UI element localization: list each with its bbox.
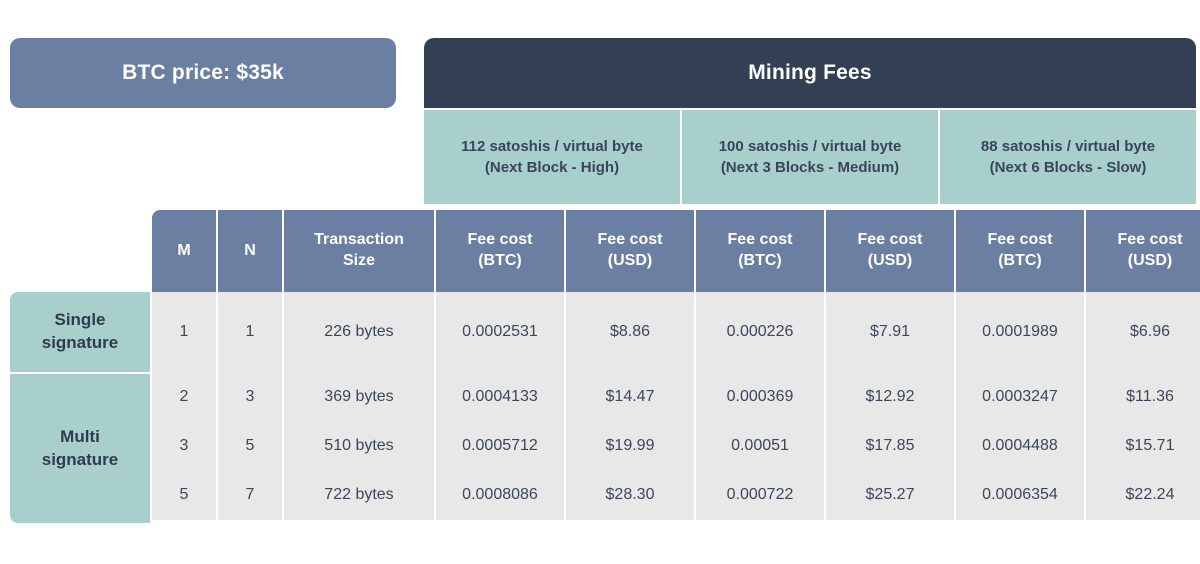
cell-high-usd: $8.86 bbox=[566, 292, 694, 372]
fee-rate-medium-speed: (Next 3 Blocks - Medium) bbox=[720, 159, 900, 176]
cell-slow-usd: $15.71 bbox=[1086, 421, 1200, 470]
cell-transaction-size: 226 bytes bbox=[284, 292, 434, 372]
cell-transaction-size: 369 bytes bbox=[284, 372, 434, 421]
fee-rate-medium: 100 satoshis / virtual byte (Next 3 Bloc… bbox=[682, 110, 938, 204]
top-header-band: BTC price: $35k Mining Fees bbox=[0, 38, 1200, 108]
column-header-n: N bbox=[218, 210, 282, 292]
cell-high-usd: $28.30 bbox=[566, 470, 694, 520]
cell-n: 5 bbox=[218, 421, 282, 470]
cell-high-usd: $14.47 bbox=[566, 372, 694, 421]
column-header-m: M bbox=[152, 210, 216, 292]
cell-high-btc: 0.0005712 bbox=[436, 421, 564, 470]
column-header-row: M N Transaction Size Fee cost (BTC) Fee … bbox=[0, 210, 1200, 292]
cell-medium-btc: 0.000226 bbox=[696, 292, 824, 372]
column-header-medium-btc: Fee cost (BTC) bbox=[696, 210, 824, 292]
fee-rate-slow: 88 satoshis / virtual byte (Next 6 Block… bbox=[940, 110, 1196, 204]
cell-high-btc: 0.0004133 bbox=[436, 372, 564, 421]
cell-slow-btc: 0.0004488 bbox=[956, 421, 1084, 470]
row-label-spacer bbox=[0, 470, 150, 520]
table-row: 5 7 722 bytes 0.0008086 $28.30 0.000722 … bbox=[0, 470, 1200, 520]
cell-slow-btc: 0.0003247 bbox=[956, 372, 1084, 421]
cell-m: 2 bbox=[152, 372, 216, 421]
cell-m: 1 bbox=[152, 292, 216, 372]
column-header-high-btc: Fee cost (BTC) bbox=[436, 210, 564, 292]
column-header-tx-line2: Size bbox=[342, 252, 375, 269]
cell-n: 1 bbox=[218, 292, 282, 372]
column-header-high-usd: Fee cost (USD) bbox=[566, 210, 694, 292]
fee-rate-high-speed: (Next Block - High) bbox=[484, 159, 620, 176]
fee-rate-high: 112 satoshis / virtual byte (Next Block … bbox=[424, 110, 680, 204]
column-header-slow-usd-line1: Fee cost bbox=[1117, 231, 1183, 249]
cell-medium-usd: $17.85 bbox=[826, 421, 954, 470]
column-header-medium-usd-line1: Fee cost bbox=[857, 231, 923, 249]
btc-price-label: BTC price: $35k bbox=[122, 61, 284, 84]
mining-fees-label: Mining Fees bbox=[748, 61, 872, 84]
cell-n: 3 bbox=[218, 372, 282, 421]
band-spacer bbox=[396, 38, 424, 108]
cell-transaction-size: 510 bytes bbox=[284, 421, 434, 470]
column-header-medium-usd-line2: (USD) bbox=[867, 252, 913, 269]
cell-slow-btc: 0.0006354 bbox=[956, 470, 1084, 520]
column-header-m-label: M bbox=[177, 241, 191, 259]
row-label-spacer bbox=[0, 421, 150, 470]
column-header-slow-btc-line2: (BTC) bbox=[998, 252, 1042, 269]
cell-medium-btc: 0.000722 bbox=[696, 470, 824, 520]
fee-rate-slow-value: 88 satoshis / virtual byte bbox=[980, 137, 1156, 155]
cell-m: 5 bbox=[152, 470, 216, 520]
cell-medium-usd: $25.27 bbox=[826, 470, 954, 520]
cell-medium-usd: $12.92 bbox=[826, 372, 954, 421]
column-header-medium-btc-line1: Fee cost bbox=[727, 231, 793, 249]
fee-rate-header-row: 112 satoshis / virtual byte (Next Block … bbox=[424, 110, 1196, 204]
table-grid: M N Transaction Size Fee cost (BTC) Fee … bbox=[0, 210, 1200, 520]
cell-slow-usd: $6.96 bbox=[1086, 292, 1200, 372]
fee-rate-slow-speed: (Next 6 Blocks - Slow) bbox=[989, 159, 1147, 176]
fee-rate-medium-value: 100 satoshis / virtual byte bbox=[718, 137, 902, 155]
row-label-spacer bbox=[0, 372, 150, 421]
cell-transaction-size: 722 bytes bbox=[284, 470, 434, 520]
cell-medium-btc: 0.000369 bbox=[696, 372, 824, 421]
cell-slow-usd: $22.24 bbox=[1086, 470, 1200, 520]
cell-medium-btc: 0.00051 bbox=[696, 421, 824, 470]
cell-high-btc: 0.0008086 bbox=[436, 470, 564, 520]
table-row: 1 1 226 bytes 0.0002531 $8.86 0.000226 $… bbox=[0, 292, 1200, 372]
fee-comparison-table: BTC price: $35k Mining Fees 112 satoshis… bbox=[0, 0, 1200, 564]
table-row: 2 3 369 bytes 0.0004133 $14.47 0.000369 … bbox=[0, 372, 1200, 421]
column-header-medium-usd: Fee cost (USD) bbox=[826, 210, 954, 292]
table-row: 3 5 510 bytes 0.0005712 $19.99 0.00051 $… bbox=[0, 421, 1200, 470]
column-header-high-usd-line2: (USD) bbox=[607, 252, 653, 269]
cell-slow-usd: $11.36 bbox=[1086, 372, 1200, 421]
column-header-n-label: N bbox=[244, 241, 256, 259]
cell-high-btc: 0.0002531 bbox=[436, 292, 564, 372]
fee-rate-high-value: 112 satoshis / virtual byte bbox=[461, 137, 643, 155]
cell-slow-btc: 0.0001989 bbox=[956, 292, 1084, 372]
column-header-slow-usd: Fee cost (USD) bbox=[1086, 210, 1200, 292]
column-header-slow-btc: Fee cost (BTC) bbox=[956, 210, 1084, 292]
cell-m: 3 bbox=[152, 421, 216, 470]
column-header-slow-btc-line1: Fee cost bbox=[987, 231, 1053, 249]
cell-high-usd: $19.99 bbox=[566, 421, 694, 470]
column-header-high-btc-line1: Fee cost bbox=[467, 231, 533, 249]
mining-fees-banner: Mining Fees bbox=[424, 38, 1196, 108]
btc-price-banner: BTC price: $35k bbox=[10, 38, 396, 108]
cell-medium-usd: $7.91 bbox=[826, 292, 954, 372]
column-header-slow-usd-line2: (USD) bbox=[1127, 252, 1173, 269]
column-header-high-usd-line1: Fee cost bbox=[597, 231, 663, 249]
cell-n: 7 bbox=[218, 470, 282, 520]
row-label-spacer bbox=[0, 292, 150, 372]
header-spacer bbox=[0, 210, 150, 292]
column-header-tx-line1: Transaction bbox=[314, 231, 404, 249]
column-header-transaction-size: Transaction Size bbox=[284, 210, 434, 292]
column-header-high-btc-line2: (BTC) bbox=[478, 252, 522, 269]
column-header-medium-btc-line2: (BTC) bbox=[738, 252, 782, 269]
